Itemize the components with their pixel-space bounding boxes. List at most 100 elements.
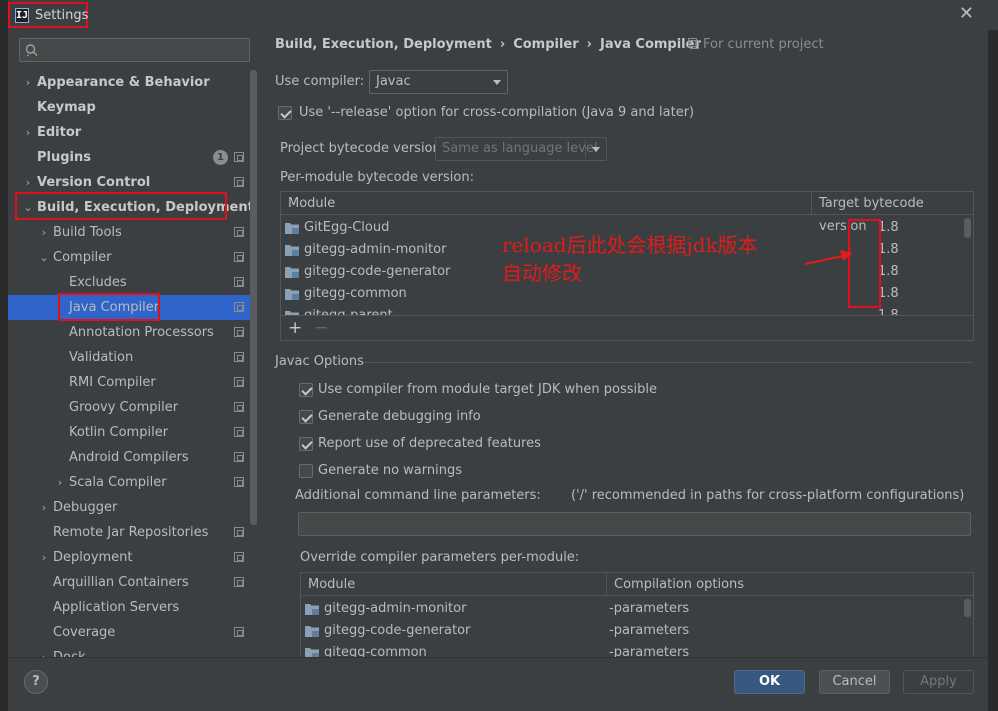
chevron-right-icon[interactable]: › (22, 170, 34, 195)
remove-icon[interactable]: − (314, 318, 328, 338)
sidebar-item-arquillian-containers[interactable]: Arquillian Containers (8, 570, 250, 595)
compilation-options-value[interactable]: -parameters (609, 598, 689, 620)
chevron-down-icon[interactable]: ⌄ (38, 245, 50, 270)
javac-option-checkbox[interactable] (299, 383, 313, 397)
search-input[interactable] (19, 38, 250, 62)
sidebar-item-appearance-behavior[interactable]: › Appearance & Behavior (8, 70, 250, 95)
sidebar-item-label: Remote Jar Repositories (53, 525, 209, 540)
sidebar-item-excludes[interactable]: Excludes (8, 270, 250, 295)
sidebar-item-label: Appearance & Behavior (37, 75, 210, 90)
javac-option-checkbox[interactable] (299, 410, 313, 424)
sidebar-item-debugger[interactable]: › Debugger (8, 495, 250, 520)
chevron-right-icon[interactable]: › (22, 120, 34, 145)
column-header-module[interactable]: Module (281, 192, 811, 215)
sidebar-item-keymap[interactable]: Keymap (8, 95, 250, 120)
table-scrollbar[interactable] (964, 599, 971, 617)
sidebar-item-groovy-compiler[interactable]: Groovy Compiler (8, 395, 250, 420)
sidebar-item-annotation-processors[interactable]: Annotation Processors (8, 320, 250, 345)
column-header-target-version[interactable]: Target bytecode version (811, 192, 973, 234)
sidebar-item-build-execution-deployment[interactable]: ⌄ Build, Execution, Deployment (8, 195, 253, 220)
target-bytecode-version[interactable]: 1.8 (878, 239, 899, 261)
group-divider (363, 362, 973, 363)
module-folder-icon (285, 245, 299, 256)
compiler-select[interactable]: Javac (369, 70, 508, 94)
project-scope-icon (234, 402, 244, 412)
chevron-right-icon[interactable]: › (38, 495, 50, 520)
ok-button[interactable]: OK (734, 670, 805, 694)
column-header-compilation-options[interactable]: Compilation options (606, 573, 973, 596)
scope-label: For current project (703, 37, 824, 52)
sidebar-item-label: Keymap (37, 100, 96, 115)
add-icon[interactable]: + (288, 318, 302, 338)
sidebar-item-remote-jar-repositories[interactable]: Remote Jar Repositories (8, 520, 250, 545)
sidebar-item-application-servers[interactable]: Application Servers (8, 595, 250, 620)
project-scope-icon (234, 527, 244, 537)
sidebar-item-label: Debugger (53, 500, 118, 515)
sidebar-item-plugins[interactable]: Plugins 1 (8, 145, 250, 170)
breadcrumb-part: Build, Execution, Deployment (275, 37, 492, 52)
sidebar-item-android-compilers[interactable]: Android Compilers (8, 445, 250, 470)
chevron-right-icon[interactable]: › (54, 470, 66, 495)
sidebar-item-java-compiler[interactable]: Java Compiler (8, 295, 250, 320)
target-bytecode-version[interactable]: 1.8 (878, 217, 899, 239)
table-row[interactable]: gitegg-code-generator 1.8 (281, 261, 973, 283)
bytecode-version-value: Same as language level (442, 141, 598, 156)
sidebar-item-rmi-compiler[interactable]: RMI Compiler (8, 370, 250, 395)
cancel-button[interactable]: Cancel (819, 670, 890, 694)
breadcrumb: Build, Execution, Deployment › Compiler › Ja… (275, 37, 701, 52)
annotation-line-2: 自动修改 (502, 261, 582, 285)
module-folder-icon (285, 267, 299, 278)
sidebar-scrollbar[interactable] (250, 70, 257, 525)
table-row[interactable]: gitegg-common -parameters (301, 642, 973, 657)
table-scrollbar[interactable] (964, 218, 971, 238)
sidebar-item-label: RMI Compiler (69, 375, 156, 390)
sidebar-item-label: Groovy Compiler (69, 400, 179, 415)
project-scope-icon (234, 327, 244, 337)
bytecode-version-select[interactable]: Same as language level (435, 137, 607, 161)
table-row[interactable]: gitegg-admin-monitor -parameters (301, 598, 973, 620)
override-params-label: Override compiler parameters per-module: (300, 550, 580, 565)
sidebar-item-scala-compiler[interactable]: › Scala Compiler (8, 470, 250, 495)
chevron-down-icon[interactable]: ⌄ (22, 195, 34, 220)
module-folder-icon (305, 648, 319, 657)
help-button[interactable]: ? (24, 670, 48, 694)
scope-indicator: For current project (688, 37, 824, 52)
module-name: gitegg-common (324, 645, 427, 657)
additional-params-input[interactable] (298, 512, 971, 536)
sidebar-item-label: Excludes (69, 275, 127, 290)
sidebar-item-version-control[interactable]: › Version Control (8, 170, 250, 195)
additional-params-label: Additional command line parameters: (295, 488, 541, 503)
javac-option-checkbox[interactable] (299, 437, 313, 451)
update-count-badge: 1 (213, 150, 228, 165)
breadcrumb-part: Compiler (513, 37, 579, 52)
target-bytecode-version[interactable]: 1.8 (878, 283, 899, 305)
sidebar-item-label: Java Compiler (69, 300, 160, 315)
project-scope-icon (234, 152, 244, 162)
chevron-right-icon[interactable]: › (38, 220, 50, 245)
intellij-app-icon: IJ (15, 7, 30, 23)
apply-button[interactable]: Apply (903, 670, 974, 694)
compilation-options-value[interactable]: -parameters (609, 620, 689, 642)
chevron-right-icon[interactable]: › (38, 545, 50, 570)
compilation-options-value[interactable]: -parameters (609, 642, 689, 657)
column-header-module[interactable]: Module (301, 573, 606, 596)
release-option-label: Use '--release' option for cross-compila… (299, 105, 695, 120)
chevron-right-icon[interactable]: › (22, 70, 34, 95)
sidebar-item-coverage[interactable]: Coverage (8, 620, 250, 645)
additional-params-hint: ('/' recommended in paths for cross-plat… (571, 488, 965, 503)
sidebar-item-validation[interactable]: Validation (8, 345, 250, 370)
sidebar-item-compiler[interactable]: ⌄ Compiler (8, 245, 250, 270)
sidebar-item-build-tools[interactable]: › Build Tools (8, 220, 250, 245)
target-bytecode-version[interactable]: 1.8 (878, 261, 899, 283)
sidebar-item-deployment[interactable]: › Deployment (8, 545, 250, 570)
release-option-checkbox[interactable] (278, 106, 292, 120)
sidebar-item-label: Android Compilers (69, 450, 189, 465)
close-icon[interactable]: ✕ (959, 4, 974, 24)
sidebar-item-label: Validation (69, 350, 134, 365)
sidebar-item-label: Application Servers (53, 600, 180, 615)
javac-option-checkbox[interactable] (299, 464, 313, 478)
table-row[interactable]: gitegg-code-generator -parameters (301, 620, 973, 642)
table-row[interactable]: gitegg-common 1.8 (281, 283, 973, 305)
sidebar-item-editor[interactable]: › Editor (8, 120, 250, 145)
sidebar-item-kotlin-compiler[interactable]: Kotlin Compiler (8, 420, 250, 445)
